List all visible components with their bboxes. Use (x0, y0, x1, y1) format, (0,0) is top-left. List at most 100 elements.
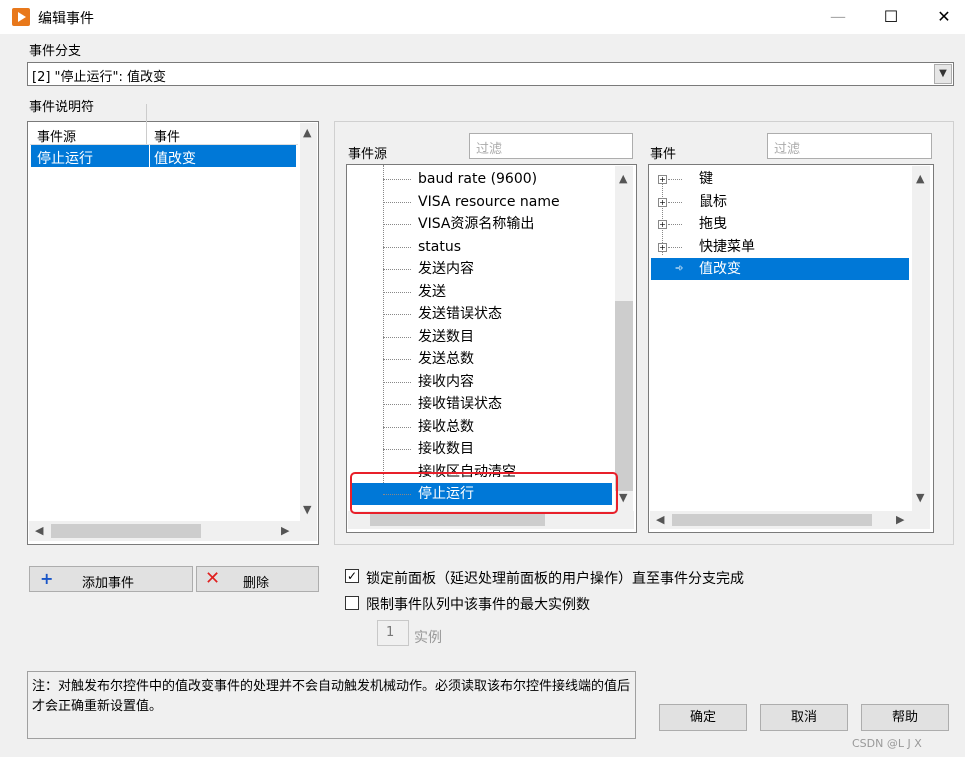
vertical-scrollbar[interactable]: ▲ ▼ (300, 123, 317, 521)
scroll-down-icon[interactable]: ▼ (619, 491, 627, 504)
source-item[interactable]: 接收数目 (383, 438, 613, 460)
scroll-right-icon[interactable]: ▶ (281, 524, 289, 537)
help-button[interactable]: 帮助 (861, 704, 949, 731)
minimize-button[interactable]: — (815, 0, 861, 34)
event-vertical-scrollbar[interactable]: ▲ ▼ (912, 166, 930, 511)
note-text: 注：对触发布尔控件中的值改变事件的处理并不会自动触发机械动作。必须读取该布尔控件… (27, 671, 636, 739)
scroll-up-icon[interactable]: ▲ (303, 126, 311, 139)
cancel-button[interactable]: 取消 (760, 704, 848, 731)
tree-connector (668, 179, 682, 180)
column-divider (146, 104, 147, 144)
plus-icon: + (40, 569, 54, 588)
scrollbar-thumb[interactable] (672, 514, 872, 526)
scroll-left-icon[interactable]: ◀ (656, 513, 664, 526)
tree-connector (383, 269, 411, 270)
source-item[interactable]: 发送 (383, 281, 613, 303)
source-item-label: 接收错误状态 (418, 396, 502, 412)
title-bar: 编辑事件 — ☐ ✕ (0, 0, 965, 34)
expand-plus-icon[interactable]: + (658, 197, 667, 207)
delete-button[interactable]: ✕ 删除 (196, 566, 319, 592)
source-item-label: VISA资源名称输出 (418, 216, 535, 232)
source-item[interactable]: baud rate (9600) (383, 168, 613, 190)
tree-connector (383, 426, 411, 428)
source-item[interactable]: 发送错误状态 (383, 303, 613, 325)
event-horizontal-scrollbar[interactable]: ◀ ▶ (650, 511, 930, 529)
tree-connector (383, 314, 411, 315)
event-item[interactable]: + 鼠标 (651, 191, 909, 213)
tree-connector (383, 381, 411, 383)
tree-connector (383, 291, 411, 293)
chevron-down-icon[interactable]: ▼ (934, 64, 952, 84)
event-tree[interactable]: + 键 + 鼠标 + 拖曳 + 快捷菜单 ➾ 值改变 ▲ ▼ ◀ ▶ (648, 164, 934, 533)
source-filter-input[interactable]: 过滤 (469, 133, 633, 159)
event-source-label: 事件源 (348, 147, 388, 162)
watermark: CSDN @L J X (852, 737, 922, 750)
tree-connector (383, 336, 411, 338)
expand-plus-icon[interactable]: + (658, 220, 667, 229)
maximize-button[interactable]: ☐ (868, 0, 914, 34)
ok-button[interactable]: 确定 (659, 704, 747, 731)
specifier-row-event[interactable]: 值改变 (150, 145, 296, 167)
source-item-label: 发送数目 (418, 328, 474, 345)
event-item-label: 拖曳 (699, 216, 727, 232)
limit-instances-checkbox[interactable] (345, 596, 359, 610)
event-item[interactable]: + 拖曳 (651, 213, 909, 235)
event-item[interactable]: + 键 (651, 168, 909, 190)
delete-label: 删除 (243, 576, 270, 591)
source-item[interactable]: status (383, 236, 613, 258)
scrollbar-thumb[interactable] (51, 524, 201, 538)
scrollbar-thumb[interactable] (615, 301, 633, 491)
highlight-annotation-box (350, 472, 618, 514)
add-event-button[interactable]: + 添加事件 (29, 566, 193, 592)
column-header-event[interactable]: 事件 (154, 126, 180, 145)
limit-instances-label: 限制事件队列中该事件的最大实例数 (366, 597, 590, 613)
scroll-up-icon[interactable]: ▲ (619, 172, 627, 185)
column-header-source[interactable]: 事件源 (37, 126, 76, 145)
specifier-row-source[interactable]: 停止运行 (31, 145, 149, 167)
source-item[interactable]: 接收总数 (383, 416, 613, 438)
event-item[interactable]: + 快捷菜单 (651, 236, 909, 258)
source-item[interactable]: VISA resource name (383, 191, 613, 213)
close-button[interactable]: ✕ (921, 0, 965, 34)
source-item-label: baud rate (9600) (418, 171, 538, 187)
scroll-right-icon[interactable]: ▶ (896, 513, 904, 526)
event-filter-input[interactable]: 过滤 (767, 133, 932, 159)
lock-front-panel-checkbox[interactable]: ✓ (345, 569, 359, 583)
labview-app-icon (12, 8, 30, 26)
event-item-label: 快捷菜单 (699, 238, 755, 255)
scrollbar-thumb[interactable] (370, 514, 545, 526)
source-item[interactable]: VISA资源名称输出 (383, 213, 613, 235)
add-event-label: 添加事件 (82, 576, 135, 591)
source-vertical-scrollbar[interactable]: ▲ ▼ (615, 166, 633, 511)
event-item-label: 键 (699, 171, 713, 187)
event-branch-value: [2] "停止运行": 值改变 (32, 70, 167, 85)
scroll-down-icon[interactable]: ▼ (916, 491, 924, 504)
source-item-label: 接收总数 (418, 418, 474, 435)
expand-plus-icon[interactable]: + (658, 175, 667, 184)
event-branch-label: 事件分支 (29, 44, 82, 59)
event-branch-select[interactable]: [2] "停止运行": 值改变 ▼ (27, 62, 954, 86)
arrow-right-icon: ➾ (675, 263, 684, 274)
event-specifiers-list[interactable]: 事件源 事件 停止运行 值改变 ▲ ▼ ◀ ▶ (27, 104, 319, 545)
source-item-label: 发送 (418, 283, 446, 300)
source-item[interactable]: 接收内容 (383, 371, 613, 393)
tree-connector (668, 201, 682, 203)
source-item[interactable]: 发送内容 (383, 258, 613, 280)
tree-connector (383, 449, 411, 450)
event-item-label: 值改变 (699, 261, 741, 277)
source-item[interactable]: 发送总数 (383, 348, 613, 370)
source-item[interactable]: 发送数目 (383, 326, 613, 348)
scroll-down-icon[interactable]: ▼ (303, 503, 311, 516)
expand-plus-icon[interactable]: + (658, 242, 667, 252)
event-item-selected[interactable]: ➾ 值改变 (651, 258, 909, 280)
window-title: 编辑事件 (38, 11, 94, 27)
source-item[interactable]: 接收错误状态 (383, 393, 613, 415)
instances-label: 实例 (414, 630, 442, 646)
horizontal-scrollbar[interactable]: ◀ ▶ (29, 521, 317, 541)
scroll-up-icon[interactable]: ▲ (916, 172, 924, 185)
tree-connector (668, 246, 682, 248)
source-item-label: 接收数目 (418, 441, 474, 457)
source-item-label: 接收内容 (418, 373, 474, 390)
tree-connector (383, 224, 411, 225)
scroll-left-icon[interactable]: ◀ (35, 524, 43, 537)
